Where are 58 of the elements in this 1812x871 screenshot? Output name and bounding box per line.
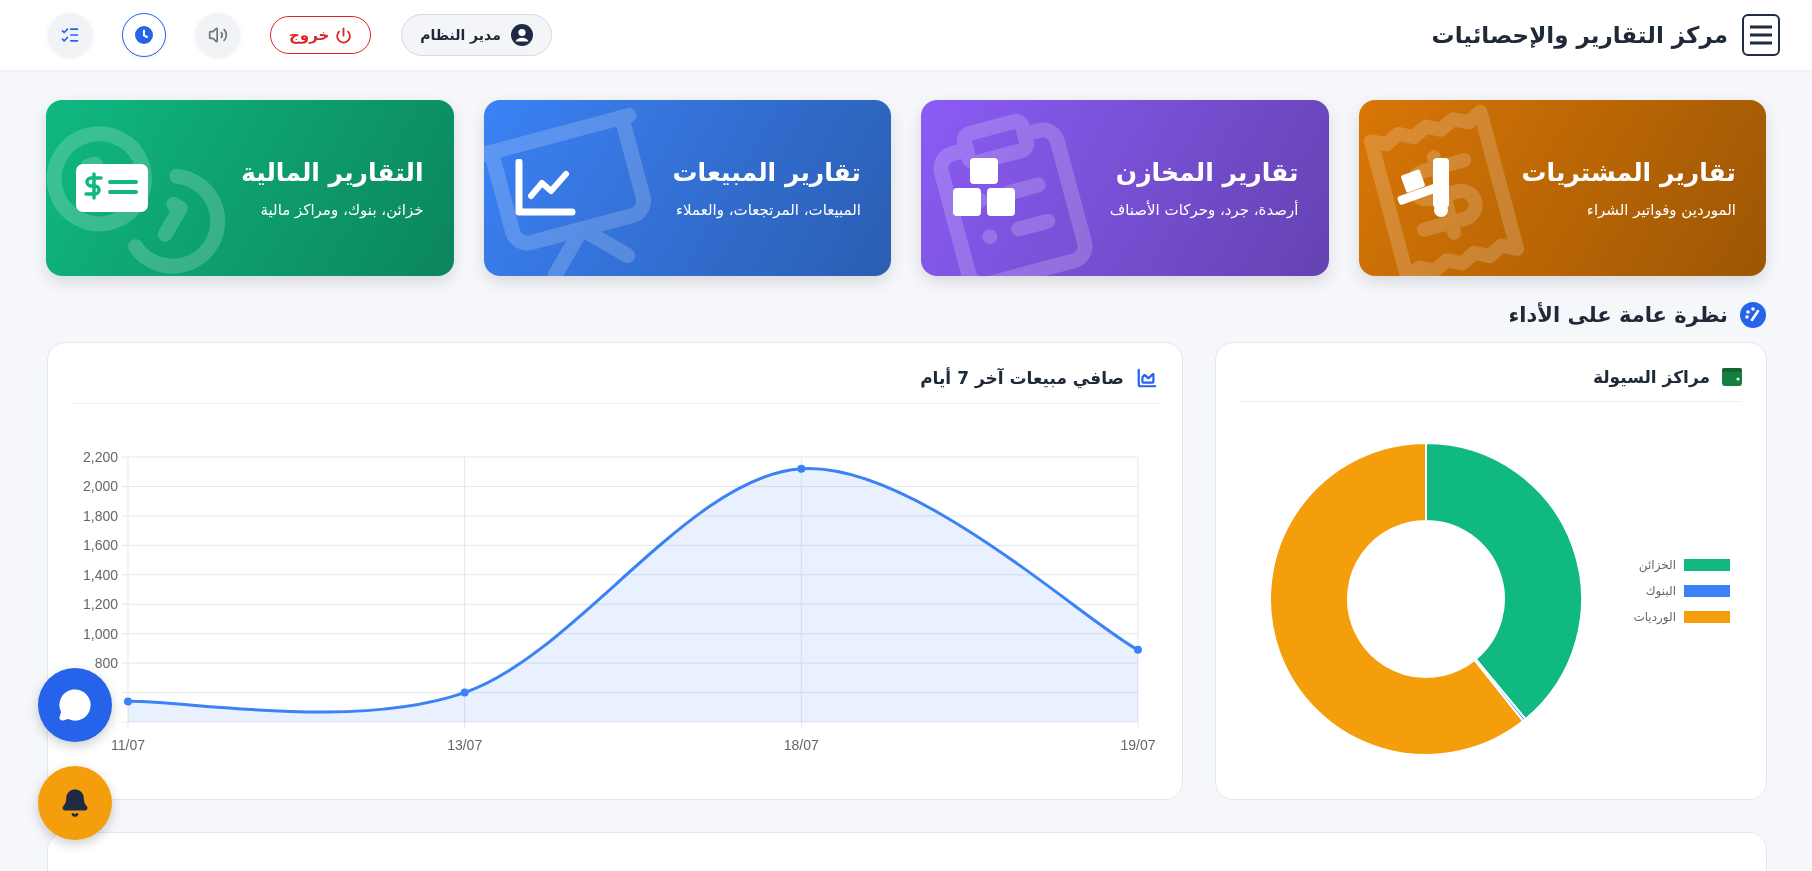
power-icon — [335, 26, 353, 44]
card-subtitle: أرصدة، جرد، وحركات الأصناف — [1109, 200, 1299, 219]
sound-button[interactable] — [196, 13, 240, 57]
chat-icon — [58, 688, 92, 722]
axis-tick-label: 1,400 — [82, 566, 118, 583]
axis-tick-label: 19/07 — [1120, 737, 1156, 753]
legend-swatch — [1684, 584, 1730, 597]
panel-title: صافي مبيعات آخر 7 أيام — [920, 368, 1124, 388]
card-title: تقارير المخازن — [1114, 157, 1299, 187]
page-title: مركز التقارير والإحصائيات — [1431, 22, 1728, 48]
menu-button[interactable] — [1742, 14, 1780, 56]
wallet-icon — [1722, 368, 1742, 386]
bell-icon — [60, 788, 90, 818]
axis-tick-label: 11/07 — [111, 737, 145, 753]
legend-swatch — [1684, 610, 1730, 623]
report-card[interactable]: تقارير المخازن أرصدة، جرد، وحركات الأصناف — [921, 100, 1329, 276]
card-title: تقارير المبيعات — [672, 157, 861, 187]
clock-button[interactable] — [122, 13, 166, 57]
legend-label: الورديات — [1633, 609, 1676, 624]
legend-swatch — [1684, 558, 1730, 571]
axis-tick-label: 1,200 — [82, 596, 118, 613]
axis-tick-label: 13/07 — [447, 737, 483, 753]
axis-tick-label: 18/07 — [783, 737, 819, 753]
user-menu-button[interactable]: مدير النظام — [401, 14, 552, 56]
axis-tick-label: 1,000 — [82, 625, 118, 642]
data-point — [460, 688, 469, 697]
line-chart-icon — [513, 159, 576, 217]
card-title: التقارير المالية — [241, 157, 424, 187]
tasks-button[interactable] — [48, 13, 92, 57]
menu-icon — [1749, 25, 1773, 45]
card-subtitle: الموردين وفواتير الشراء — [1585, 200, 1736, 219]
gauge-icon — [1740, 302, 1766, 328]
logout-button[interactable]: خروج — [270, 16, 372, 54]
axis-tick-label: 1,600 — [82, 537, 118, 554]
panel-title: مراكز السيولة — [1592, 367, 1710, 387]
data-point — [124, 697, 132, 706]
axis-tick-label: 800 — [94, 655, 118, 672]
report-card[interactable]: تقارير المبيعات المبيعات، المرتجعات، والعملاء — [483, 100, 891, 276]
area-chart-icon — [1136, 367, 1158, 389]
report-card[interactable]: تقارير المشتريات الموردين وفواتير الشراء — [1358, 100, 1766, 276]
user-icon — [510, 24, 533, 46]
axis-tick-label: 1,800 — [82, 507, 118, 524]
report-card[interactable]: التقارير المالية خزائن، بنوك، ومراكز مالية — [46, 100, 454, 276]
data-point — [1134, 645, 1142, 654]
money-icon — [76, 164, 148, 212]
section-title: نظرة عامة على الأداء — [1508, 303, 1728, 327]
axis-tick-label: 2,200 — [82, 449, 118, 465]
card-subtitle: خزائن، بنوك، ومراكز مالية — [259, 200, 424, 219]
clock-icon — [135, 26, 153, 44]
data-point — [797, 464, 806, 473]
legend-label: الخزائن — [1638, 557, 1676, 572]
card-subtitle: المبيعات، المرتجعات، والعملاء — [675, 200, 861, 219]
notifications-button[interactable] — [38, 766, 112, 840]
card-title: تقارير المشتريات — [1521, 157, 1736, 187]
axis-tick-label: 2,000 — [82, 478, 118, 495]
checklist-icon — [60, 25, 80, 45]
legend-label: البنوك — [1645, 583, 1676, 598]
speaker-icon — [208, 25, 228, 45]
